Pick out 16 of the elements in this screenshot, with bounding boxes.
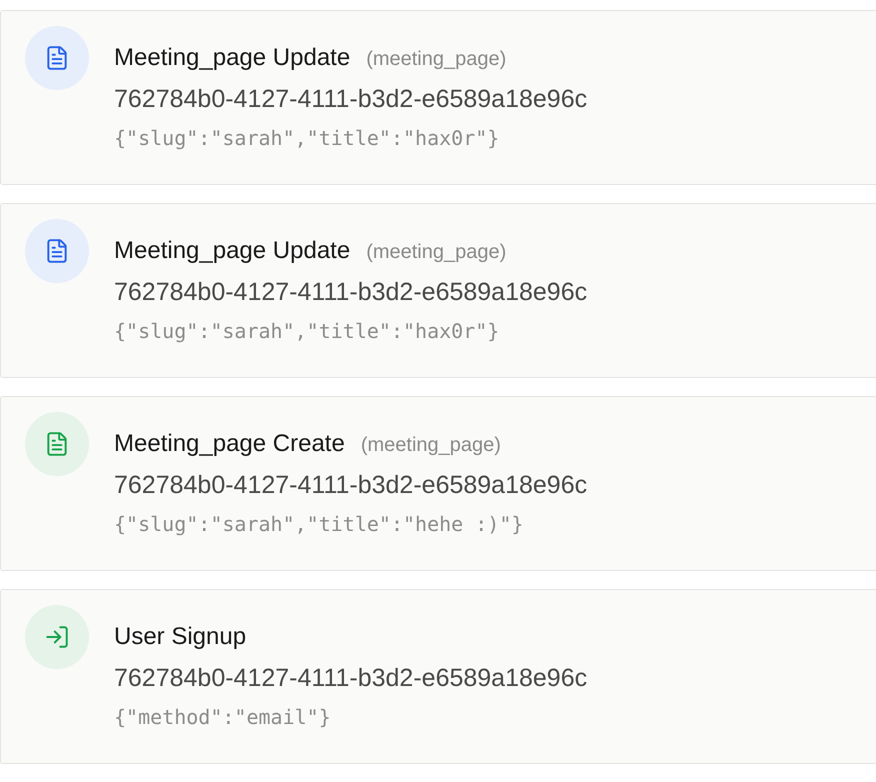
event-title: Meeting_page Update xyxy=(114,236,350,266)
event-title: Meeting_page Update xyxy=(114,43,350,73)
event-title: User Signup xyxy=(114,622,246,652)
event-type: (meeting_page) xyxy=(360,433,501,458)
event-id: 762784b0-4127-4111-b3d2-e6589a18e96c xyxy=(114,470,588,501)
event-id: 762784b0-4127-4111-b3d2-e6589a18e96c xyxy=(114,663,588,694)
event-type: (meeting_page) xyxy=(366,47,506,72)
event-payload: {"method":"email"} xyxy=(114,704,332,731)
event-payload: {"slug":"sarah","title":"hehe :)"} xyxy=(114,511,524,538)
event-payload: {"slug":"sarah","title":"hax0r"} xyxy=(114,318,500,345)
event-type: (meeting_page) xyxy=(366,240,506,265)
event-title: Meeting_page Create xyxy=(114,429,345,459)
event-id: 762784b0-4127-4111-b3d2-e6589a18e96c xyxy=(114,84,588,115)
event-id: 762784b0-4127-4111-b3d2-e6589a18e96c xyxy=(114,277,588,308)
event-payload: {"slug":"sarah","title":"hax0r"} xyxy=(114,125,500,152)
login-icon xyxy=(44,624,70,650)
